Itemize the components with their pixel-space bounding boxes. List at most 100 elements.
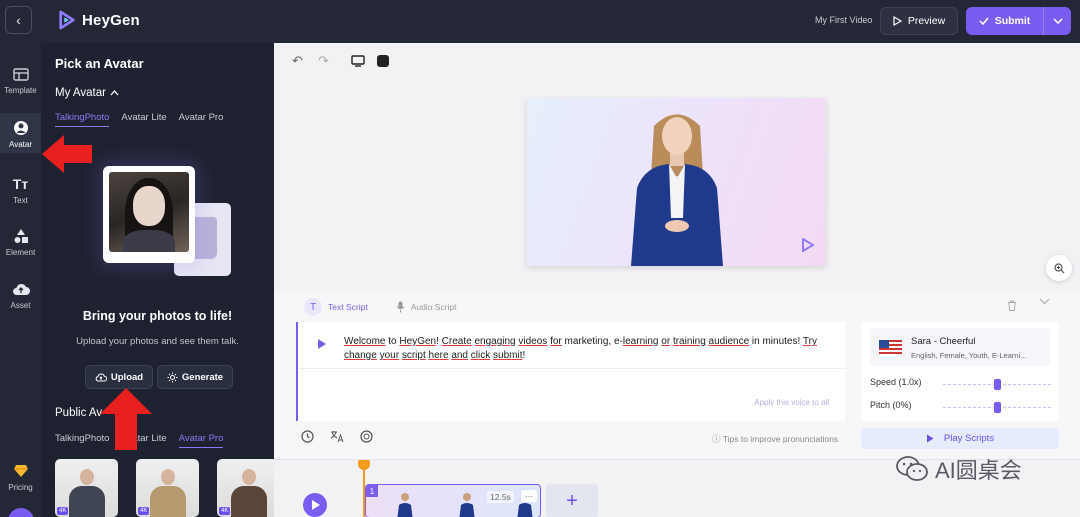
script-tools: [301, 430, 373, 443]
submit-dropdown[interactable]: [1043, 7, 1071, 35]
clock-icon[interactable]: [301, 430, 314, 443]
play-outline-icon: [893, 16, 902, 26]
rail-item-pricing[interactable]: Pricing: [0, 462, 41, 492]
text-icon: Tт: [12, 176, 29, 192]
script-word: !: [522, 350, 526, 361]
avatar-thumbnail[interactable]: 4K: [217, 459, 280, 517]
check-icon: [979, 17, 989, 25]
video-stage[interactable]: [527, 98, 826, 266]
rail-item-element[interactable]: Element: [0, 227, 41, 257]
script-word: Welcome: [344, 336, 386, 347]
video-title[interactable]: My First Video: [815, 15, 872, 25]
sample-photo: [109, 172, 189, 252]
info-icon: ⓘ: [712, 434, 721, 444]
generate-button[interactable]: Generate: [157, 365, 233, 389]
script-panel: T Text Script Audio Script Welcome to He…: [274, 291, 1080, 459]
redo-icon[interactable]: ↷: [318, 53, 329, 69]
timeline-play-button[interactable]: [303, 493, 327, 517]
preview-label: Preview: [907, 15, 946, 27]
chevron-down-icon: [1052, 18, 1063, 24]
background-color-swatch[interactable]: [377, 55, 389, 67]
rail-item-avatar[interactable]: Avatar: [0, 113, 41, 153]
text-icon: T: [304, 298, 322, 316]
script-word: audience: [708, 336, 750, 347]
rail-label: Avatar: [9, 140, 32, 149]
rail-label: Text: [13, 196, 28, 205]
presenter-figure: [631, 114, 723, 266]
trash-icon[interactable]: [1007, 300, 1017, 311]
tab-public-avatar-pro[interactable]: Avatar Pro: [178, 433, 224, 448]
speed-slider-handle[interactable]: [994, 379, 1001, 390]
tab-talkingphoto[interactable]: TalkingPhoto: [55, 112, 110, 127]
rail-item-template[interactable]: Template: [0, 65, 41, 95]
script-word: learning: [622, 336, 659, 347]
avatar-thumbnail[interactable]: 4K: [136, 459, 199, 517]
voice-selector[interactable]: Sara - Cheerful English, Female, Youth, …: [870, 328, 1050, 366]
pitch-slider[interactable]: [943, 402, 1051, 413]
tips-link[interactable]: ⓘ Tips to improve pronunciations: [712, 433, 838, 445]
rail-label: Element: [5, 248, 36, 257]
logo[interactable]: HeyGen: [58, 10, 140, 30]
add-scene-button[interactable]: +: [546, 484, 598, 517]
chevron-down-icon[interactable]: [1039, 298, 1050, 305]
script-word: change: [344, 350, 377, 361]
zoom-button[interactable]: [1046, 255, 1072, 281]
clip-more-button[interactable]: ···: [521, 490, 537, 502]
tab-avatar-pro[interactable]: Avatar Pro: [179, 112, 224, 127]
tab-avatar-lite[interactable]: Avatar Lite: [121, 112, 166, 127]
speed-row: Speed (1.0x): [870, 377, 922, 387]
upload-label: Upload: [110, 371, 144, 383]
avatar-panel: Pick an Avatar My Avatar TalkingPhoto Av…: [41, 43, 280, 517]
play-scripts-button[interactable]: Play Scripts: [861, 428, 1059, 449]
script-word: videos: [518, 336, 548, 347]
chevron-left-icon: ‹: [16, 12, 21, 28]
avatar-thumbnail[interactable]: 4K: [55, 459, 118, 517]
user-avatar[interactable]: [8, 508, 34, 517]
submit-main[interactable]: Submit: [966, 7, 1043, 35]
back-button[interactable]: ‹: [5, 6, 32, 34]
script-editor[interactable]: Welcome to HeyGen! Create engaging video…: [296, 322, 847, 421]
thumb-head: [161, 469, 175, 485]
script-text[interactable]: Welcome to HeyGen! Create engaging video…: [344, 335, 834, 363]
tab-text-script[interactable]: T Text Script: [304, 298, 368, 316]
submit-button[interactable]: Submit: [966, 7, 1071, 35]
undo-icon[interactable]: ↶: [292, 53, 303, 69]
pitch-slider-handle[interactable]: [994, 402, 1001, 413]
cloud-upload-icon: [95, 373, 107, 381]
tab-audio-script[interactable]: Audio Script: [396, 301, 457, 313]
script-word: marketing, e-: [561, 336, 623, 347]
cloud-upload-icon: [12, 280, 30, 298]
script-word: and: [451, 350, 468, 361]
photo-face: [133, 186, 165, 226]
annotation-arrow-left: [42, 135, 92, 173]
translate-icon[interactable]: [330, 430, 344, 443]
left-rail: Template Avatar Tт Text Element Asset Pr…: [0, 43, 41, 517]
play-icon[interactable]: [318, 339, 326, 349]
sample-photo-card: [103, 166, 195, 263]
watermark-text: AI圆桌会: [935, 458, 1022, 483]
chevron-up-icon: [110, 90, 119, 96]
timeline-clip[interactable]: 1 12.5s ···: [365, 484, 541, 517]
speed-slider[interactable]: [943, 379, 1051, 390]
clip-duration: 12.5s: [487, 491, 514, 503]
my-avatar-label: My Avatar: [55, 87, 106, 99]
preview-button[interactable]: Preview: [880, 7, 958, 35]
rail-item-text[interactable]: Tт Text: [0, 175, 41, 205]
my-avatar-toggle[interactable]: My Avatar: [55, 87, 119, 99]
flag-canton: [879, 340, 889, 348]
thumb-body: [150, 486, 186, 517]
bring-subtitle: Upload your photos and see them talk.: [76, 336, 239, 347]
ai-brain-icon[interactable]: [360, 430, 373, 443]
script-word: or: [661, 336, 671, 347]
tab-label: Audio Script: [410, 302, 457, 312]
script-word: training: [672, 336, 706, 347]
voice-description: English, Female, Youth, E-Learni...: [911, 351, 1027, 360]
apply-voice-link[interactable]: Apply this voice to all: [754, 398, 829, 407]
voice-name: Sara - Cheerful: [911, 336, 976, 347]
sparkle-icon: [167, 372, 178, 382]
monitor-icon[interactable]: [351, 55, 365, 67]
rail-item-asset[interactable]: Asset: [0, 280, 41, 310]
microphone-icon: [396, 301, 405, 313]
my-avatar-tabs: TalkingPhoto Avatar Lite Avatar Pro: [55, 112, 223, 127]
playhead-handle[interactable]: [358, 460, 370, 470]
